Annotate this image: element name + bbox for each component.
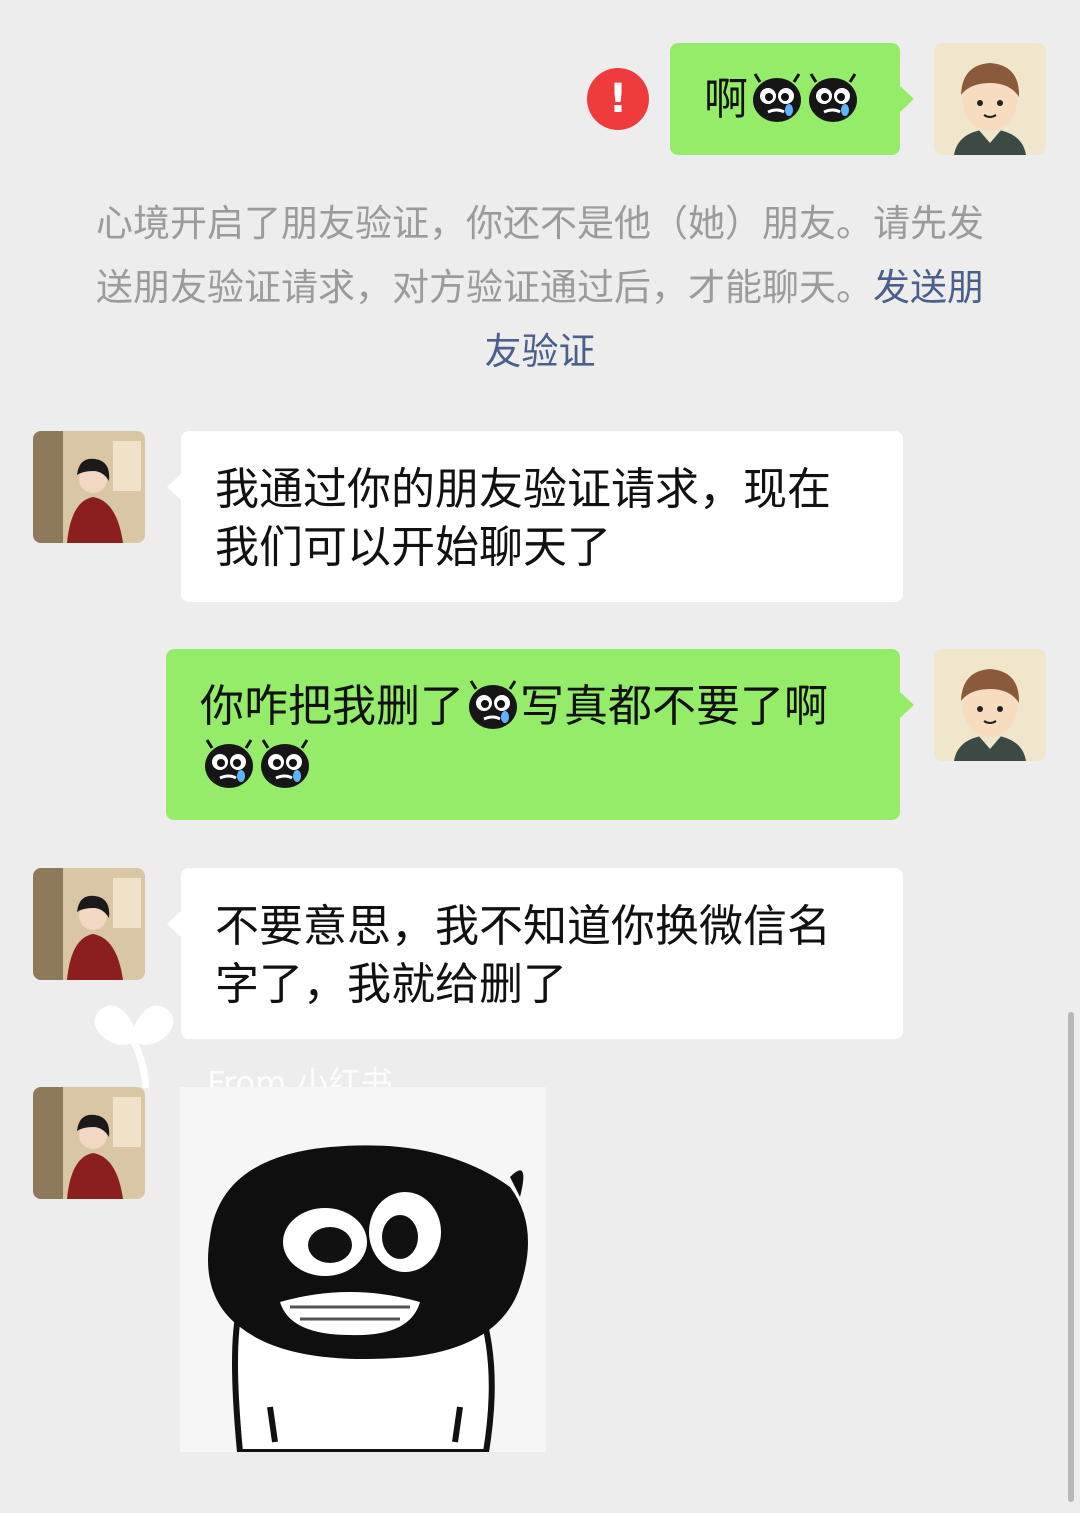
message-text: 写真都不要了啊: [520, 681, 828, 732]
self-avatar[interactable]: [934, 43, 1046, 155]
crying-bug-sticker-icon: [180, 1087, 546, 1455]
notice-text: 心境开启了朋友验证，你还不是他（她）朋友。请先发送朋友验证请求，对方验证通过后，…: [96, 202, 984, 309]
self-avatar[interactable]: [934, 649, 1046, 761]
message-text: 啊: [704, 74, 748, 125]
scrollbar[interactable]: [1068, 1012, 1074, 1502]
message-bubble-sent[interactable]: 啊: [670, 43, 914, 155]
message-line: 不要意思，我不知道你换微信名: [215, 901, 831, 952]
crying-bug-emoji-icon: [806, 70, 860, 124]
message-bubble-sent[interactable]: 你咋把我删了 写真都不要了啊: [166, 649, 914, 820]
message-line: 我们可以开始聊天了: [215, 522, 611, 573]
crying-bug-emoji-icon: [258, 736, 312, 790]
crying-bug-emoji-icon: [466, 677, 520, 731]
crying-bug-emoji-icon: [750, 70, 804, 124]
contact-avatar[interactable]: [33, 868, 145, 980]
heart-watermark-icon: [88, 992, 180, 1092]
message-line: 我通过你的朋友验证请求，现在: [215, 464, 831, 515]
message-text: 你咋把我删了: [200, 681, 464, 732]
message-bubble-received[interactable]: 我通过你的朋友验证请求，现在 我们可以开始聊天了: [167, 431, 903, 602]
contact-avatar[interactable]: [33, 431, 145, 543]
message-line: 字了，我就给删了: [215, 959, 567, 1010]
contact-avatar[interactable]: [33, 1087, 145, 1199]
friend-verification-notice: 心境开启了朋友验证，你还不是他（她）朋友。请先发送朋友验证请求，对方验证通过后，…: [86, 192, 994, 384]
send-failed-icon[interactable]: !: [587, 68, 649, 130]
crying-bug-emoji-icon: [202, 736, 256, 790]
message-bubble-received[interactable]: 不要意思，我不知道你换微信名 字了，我就给删了: [167, 868, 903, 1039]
sticker-image[interactable]: [180, 1087, 546, 1455]
